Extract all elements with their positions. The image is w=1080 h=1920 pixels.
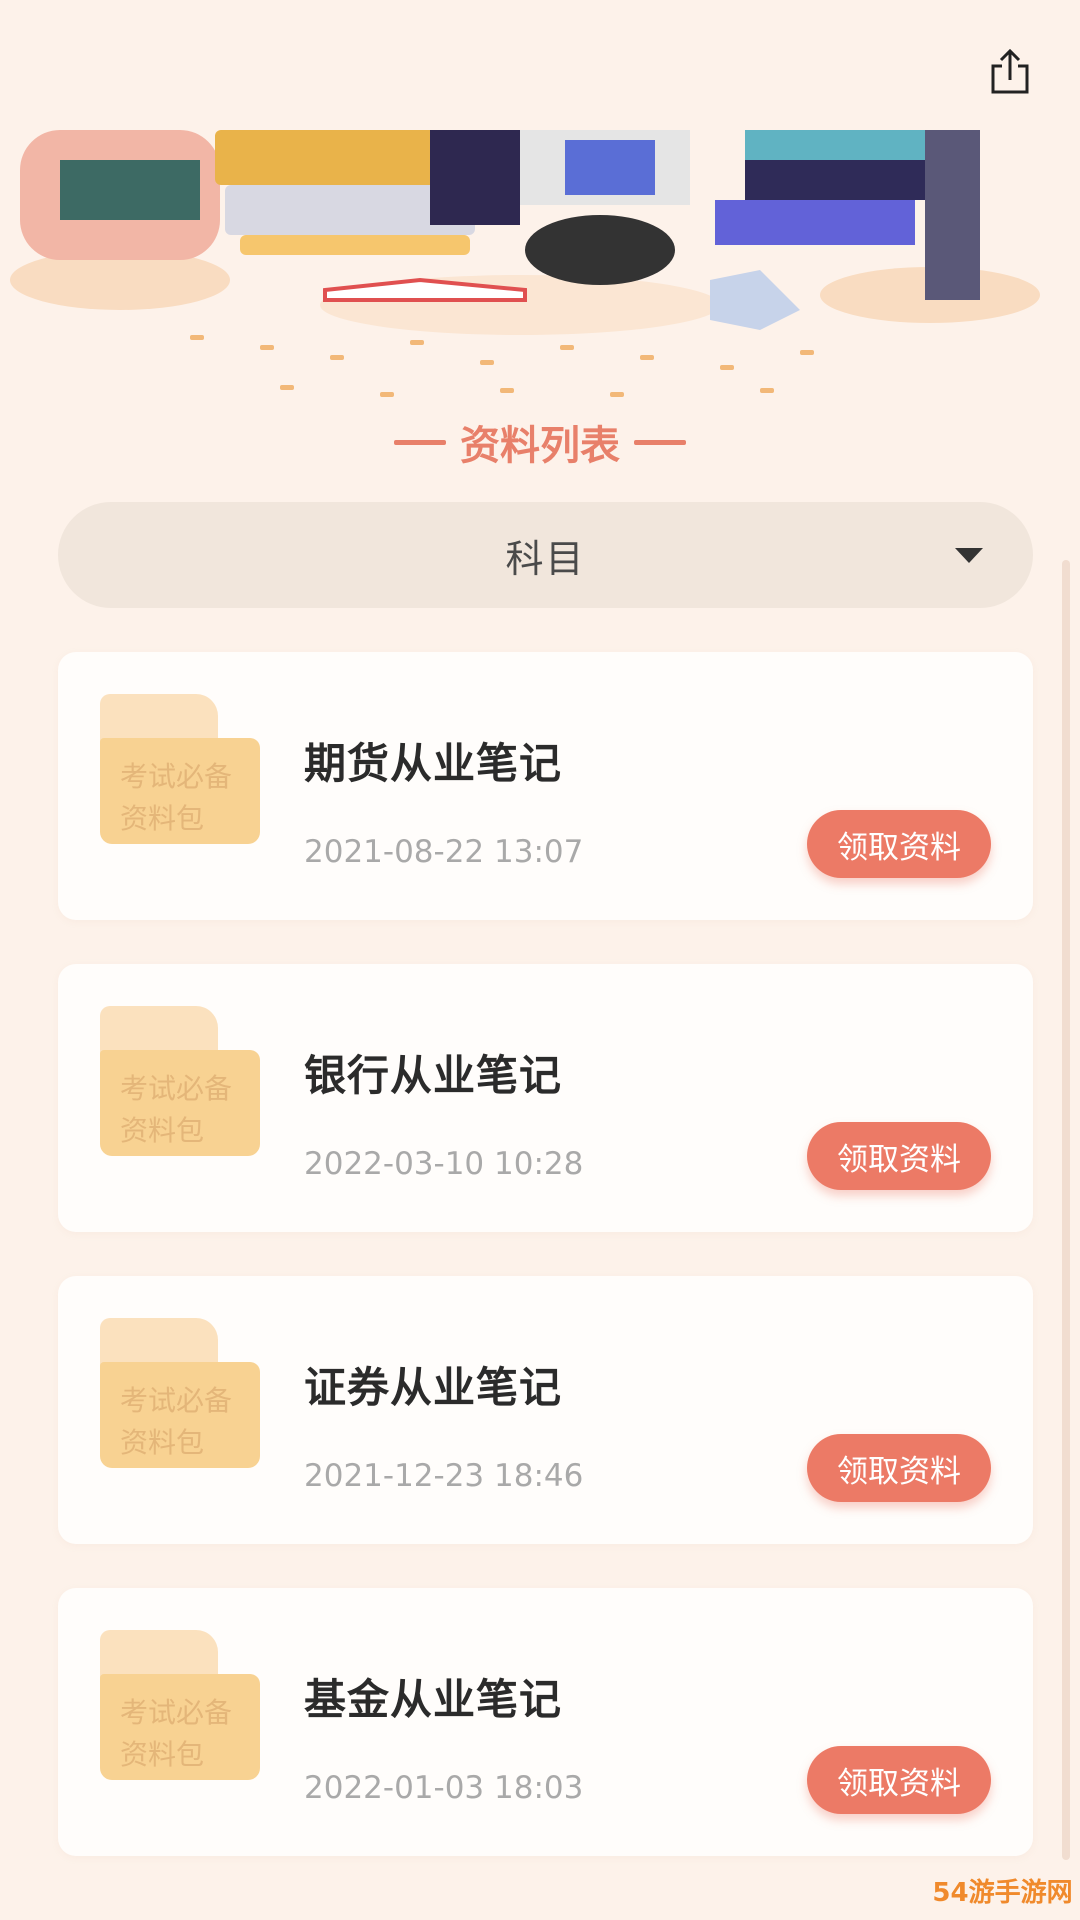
- material-title: 基金从业笔记: [304, 1675, 563, 1724]
- section-title-text: 资料列表: [460, 423, 620, 469]
- folder-text-line1: 考试必备: [120, 1072, 233, 1105]
- claim-material-button[interactable]: 领取资料: [807, 1122, 991, 1190]
- folder-text-line2: 资料包: [120, 1738, 205, 1771]
- title-dash-left: [394, 439, 446, 445]
- title-dash-right: [634, 439, 686, 445]
- share-icon: [991, 48, 1029, 94]
- material-date: 2021-12-23 18:46: [304, 1458, 584, 1494]
- material-title: 证券从业笔记: [304, 1363, 563, 1412]
- caret-down-icon: [955, 548, 983, 563]
- material-title: 银行从业笔记: [304, 1051, 563, 1100]
- material-title: 期货从业笔记: [304, 739, 563, 788]
- folder-text-line2: 资料包: [120, 802, 205, 835]
- watermark-logo: 54游手游网: [932, 1877, 1073, 1908]
- material-card[interactable]: 考试必备 资料包 期货从业笔记 2021-08-22 13:07 领取资料: [58, 652, 1033, 920]
- folder-icon: 考试必备 资料包: [100, 694, 260, 844]
- scrollbar[interactable]: [1062, 560, 1070, 1860]
- folder-text-line2: 资料包: [120, 1426, 205, 1459]
- claim-material-button[interactable]: 领取资料: [807, 1746, 991, 1814]
- subject-dropdown[interactable]: 科目: [58, 502, 1033, 608]
- share-button[interactable]: [978, 40, 1042, 104]
- folder-text-line2: 资料包: [120, 1114, 205, 1147]
- folder-text-line1: 考试必备: [120, 1696, 233, 1729]
- material-date: 2022-03-10 10:28: [304, 1146, 584, 1182]
- material-card[interactable]: 考试必备 资料包 银行从业笔记 2022-03-10 10:28 领取资料: [58, 964, 1033, 1232]
- folder-icon: 考试必备 资料包: [100, 1630, 260, 1780]
- material-card[interactable]: 考试必备 资料包 证券从业笔记 2021-12-23 18:46 领取资料: [58, 1276, 1033, 1544]
- material-list: 考试必备 资料包 期货从业笔记 2021-08-22 13:07 领取资料 考试…: [58, 652, 1033, 1900]
- section-title: 资料列表: [0, 412, 1080, 472]
- folder-text-line1: 考试必备: [120, 760, 233, 793]
- claim-material-button[interactable]: 领取资料: [807, 1434, 991, 1502]
- folder-text-line1: 考试必备: [120, 1384, 233, 1417]
- subject-dropdown-label: 科目: [505, 536, 586, 581]
- claim-material-button[interactable]: 领取资料: [807, 810, 991, 878]
- material-card[interactable]: 考试必备 资料包 基金从业笔记 2022-01-03 18:03 领取资料: [58, 1588, 1033, 1856]
- material-date: 2021-08-22 13:07: [304, 834, 584, 870]
- folder-icon: 考试必备 资料包: [100, 1006, 260, 1156]
- material-date: 2022-01-03 18:03: [304, 1770, 584, 1806]
- folder-icon: 考试必备 资料包: [100, 1318, 260, 1468]
- banner-illustration: [0, 130, 1080, 420]
